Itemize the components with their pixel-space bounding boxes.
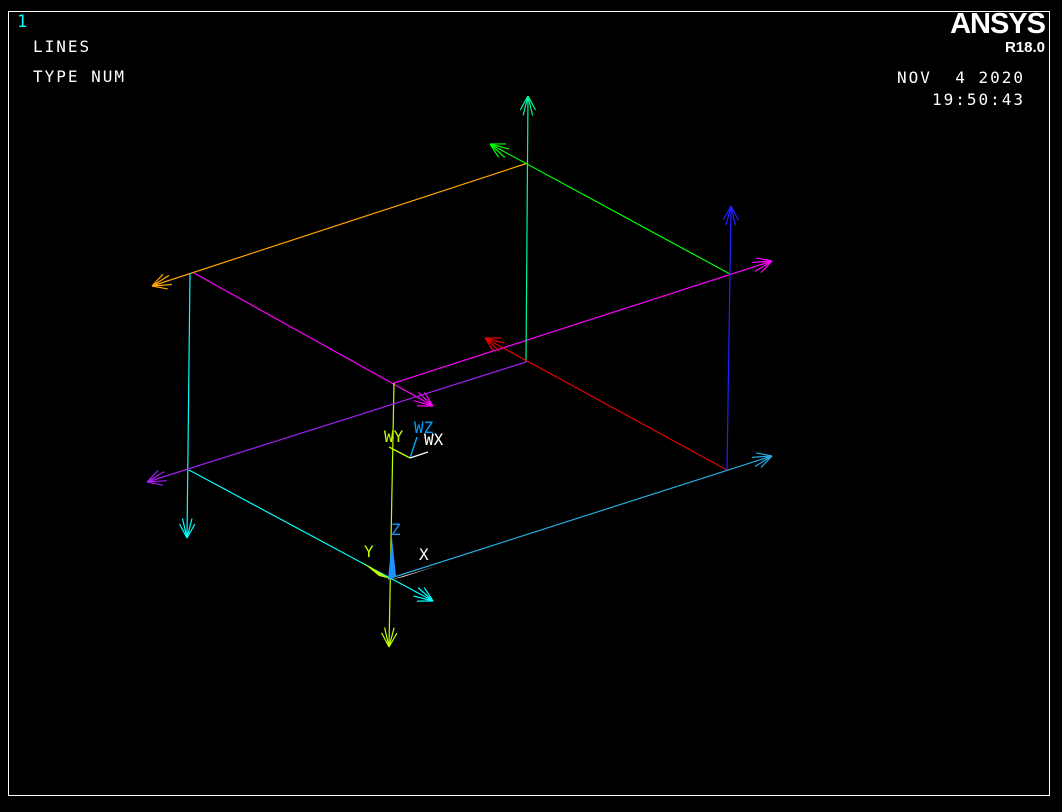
wp-triad-label-wy: WY bbox=[384, 429, 403, 445]
line-bottom-back-left-purple bbox=[147, 362, 526, 482]
ansys-graphics-window: 1 LINES TYPE NUM ANSYS R18.0 NOV 4 2020 … bbox=[0, 0, 1062, 812]
ansys-version-label: R18.0 bbox=[1005, 40, 1045, 55]
triad-z-arrow bbox=[388, 538, 396, 580]
line-top-back-right-green bbox=[490, 144, 730, 274]
line-vertical-right-blue-arrowhead bbox=[723, 206, 731, 220]
plot-type-label: LINES bbox=[33, 39, 91, 55]
line-vertical-left-cyan-arrowhead bbox=[182, 519, 187, 538]
line-bottom-front-right-skyblue-arrowhead bbox=[756, 453, 772, 456]
line-vertical-front-greenyellow bbox=[389, 383, 394, 647]
line-top-front-right-magenta bbox=[394, 261, 772, 383]
triad-label-z: Z bbox=[391, 522, 401, 538]
model-viewport[interactable] bbox=[0, 0, 1062, 812]
time-label: 19:50:43 bbox=[932, 92, 1025, 108]
wp-axis-wz bbox=[410, 437, 417, 458]
triad-x-arrow bbox=[390, 566, 437, 580]
window-number-label: 1 bbox=[17, 14, 29, 31]
ansys-logo: ANSYS bbox=[950, 10, 1045, 39]
line-top-back-left-orange-arrowhead bbox=[152, 286, 168, 289]
wp-triad-label-wx: WX bbox=[424, 432, 443, 448]
line-vertical-back-springgreen bbox=[526, 96, 528, 362]
line-vertical-back-springgreen-arrowhead bbox=[528, 96, 533, 115]
line-bottom-back-right-red bbox=[485, 338, 727, 470]
triad-label-y: Y bbox=[364, 544, 374, 560]
date-label: NOV 4 2020 bbox=[897, 70, 1025, 86]
line-vertical-back-springgreen-arrowhead bbox=[523, 96, 528, 115]
line-vertical-right-blue bbox=[727, 206, 731, 470]
line-bottom-front-right-skyblue bbox=[391, 456, 772, 578]
line-bottom-back-left-purple-arrowhead bbox=[147, 482, 163, 485]
line-top-front-left-magenta bbox=[194, 273, 433, 406]
line-top-front-right-magenta-arrowhead bbox=[756, 258, 772, 261]
line-vertical-right-blue-arrowhead bbox=[731, 206, 735, 225]
wp-axis-wx bbox=[410, 452, 428, 458]
line-vertical-front-greenyellow-arrowhead bbox=[389, 633, 397, 647]
type-num-label: TYPE NUM bbox=[33, 69, 126, 85]
line-vertical-left-cyan bbox=[187, 273, 190, 538]
triad-label-x: X bbox=[419, 547, 429, 563]
line-top-back-left-orange bbox=[152, 163, 528, 286]
